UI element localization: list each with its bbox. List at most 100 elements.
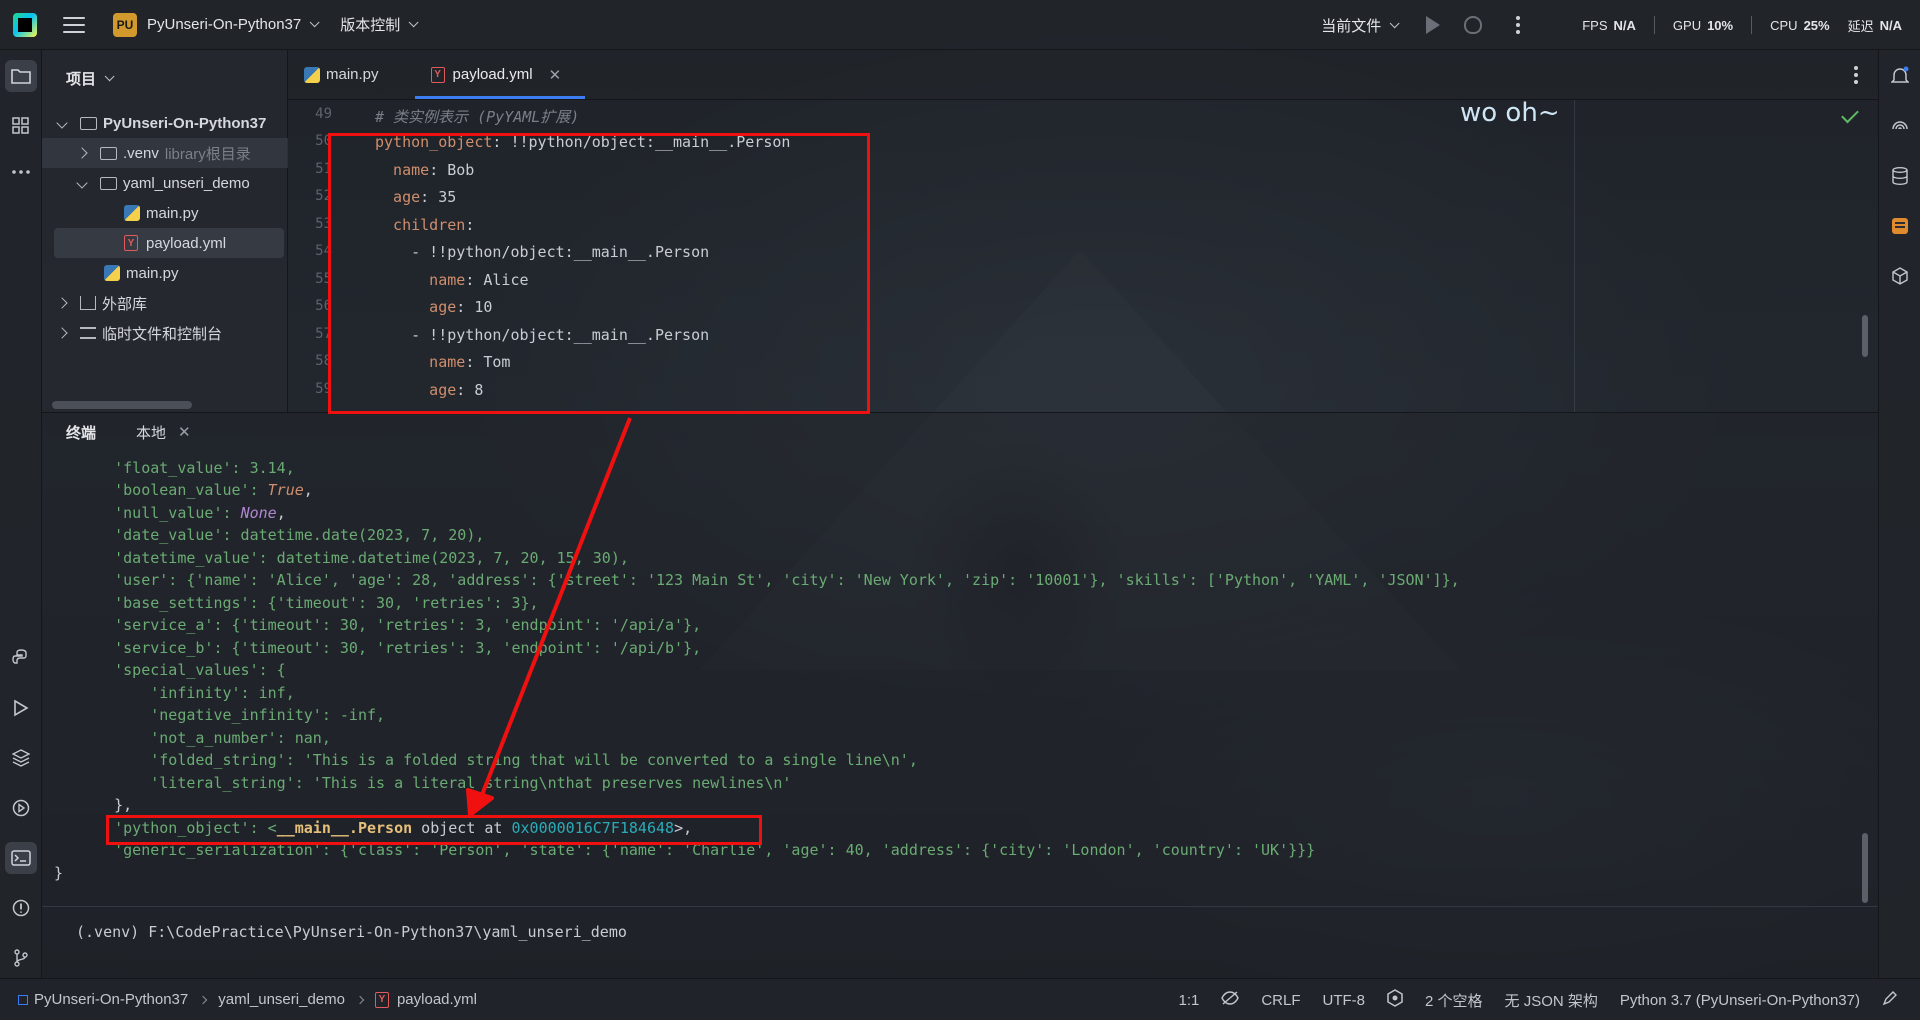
project-tool-icon[interactable] [5,60,37,92]
right-margin-guide [1574,100,1575,412]
services-icon[interactable] [5,792,37,824]
debug-icon[interactable] [1464,16,1483,34]
tree-item-label: main.py [146,204,199,222]
main-menu-icon[interactable] [63,16,85,33]
breadcrumb-file[interactable]: payload.yml [397,991,477,1008]
tree-item-label: yaml_unseri_demo [123,174,250,192]
tab-main-py[interactable]: main.py [288,50,415,99]
python-packages-icon[interactable] [5,742,37,774]
editor-scrollbar[interactable] [1862,315,1868,357]
notifications-icon[interactable] [1884,60,1916,92]
editor-more-icon[interactable] [1854,66,1858,84]
divider [1751,16,1753,34]
terminal-title: 终端 [66,424,97,442]
output-line: 'user': {'name': 'Alice', 'age': 28, 'ad… [78,571,1460,589]
horizontal-scrollbar[interactable] [52,401,192,409]
output-line: 'float_value': 3.14, [78,459,295,477]
vcs-menu[interactable]: 版本控制 [340,14,419,35]
vcs-label: 版本控制 [340,17,401,34]
python-file-icon [304,66,320,83]
indent-setting[interactable]: 2 个空格 [1425,990,1483,1011]
yaml-file-icon: Y [374,991,389,1008]
output-line: 'special_values': { [78,661,286,679]
tree-item-project-root[interactable]: PyUnseri-On-Python37 [42,108,288,138]
output-punct: , [303,481,313,499]
output-line: }, [78,796,133,814]
eye-off-icon[interactable] [1221,991,1240,1009]
tab-local[interactable]: 本地 ✕ [136,422,191,443]
database-icon[interactable] [1884,160,1916,192]
output-line: 'date_value': datetime.date(2023, 7, 20)… [78,526,485,544]
tree-item-payload-yml[interactable]: Y payload.yml [54,228,284,258]
terminal-scrollbar[interactable] [1862,833,1868,903]
more-tools-icon[interactable] [5,156,37,188]
tree-item-label: PyUnseri-On-Python37 [103,114,267,132]
json-schema[interactable]: 无 JSON 架构 [1505,990,1598,1011]
breadcrumb-folder[interactable]: yaml_unseri_demo [218,991,345,1008]
tree-item-yaml-unseri-demo[interactable]: yaml_unseri_demo [42,168,288,198]
expand-arrow-icon[interactable] [56,297,68,309]
tree-item-label: 外部库 [102,295,148,313]
tree-item-demo-main-py[interactable]: main.py [42,198,288,228]
status-bar: PyUnseri-On-Python37 yaml_unseri_demo Y … [0,978,1920,1020]
right-tool-stripe [1878,50,1920,978]
cpu-stat: CPU 25% [1770,18,1829,33]
tree-item-label: .venv [123,144,159,162]
fps-label: FPS [1582,17,1608,33]
caret-position[interactable]: 1:1 [1178,992,1199,1009]
project-switcher[interactable]: PU PyUnseri-On-Python37 [113,12,320,37]
python-interpreter[interactable]: Python 3.7 (PyUnseri-On-Python37) [1620,992,1860,1009]
output-line: 'not_a_number': nan, [78,729,331,747]
library-icon [80,296,96,310]
chevron-right-icon [198,995,208,1004]
output-line: 'literal_string': 'This is a literal str… [78,774,792,792]
tree-item-scratches[interactable]: 临时文件和控制台 [42,318,288,348]
python-console-icon[interactable] [5,642,37,674]
output-line: 'base_settings': {'timeout': 30, 'retrie… [78,594,539,612]
run-icon[interactable] [1426,16,1441,34]
structure-tool-icon[interactable] [5,110,37,142]
run-config-selector[interactable]: 当前文件 [1321,15,1400,36]
ai-assistant-icon[interactable] [1884,110,1916,142]
breadcrumb-project[interactable]: PyUnseri-On-Python37 [34,991,188,1008]
plugin-orange-icon[interactable] [1884,210,1916,242]
latency-value: N/A [1879,17,1902,33]
divider [42,906,1878,907]
terminal-prompt[interactable]: (.venv) F:\CodePractice\PyUnseri-On-Pyth… [76,923,627,941]
output-line: 'service_a': {'timeout': 30, 'retries': … [78,616,702,634]
file-encoding[interactable]: UTF-8 [1323,992,1366,1009]
tab-payload-yml[interactable]: Y payload.yml ✕ [414,50,586,99]
cpu-label: CPU [1770,17,1798,33]
tree-item-external-libraries[interactable]: 外部库 [42,288,288,318]
output-line: 'datetime_value': datetime.datetime(2023… [78,549,629,567]
line-ending[interactable]: CRLF [1261,992,1300,1009]
more-actions-icon[interactable] [1516,16,1521,34]
chevron-down-icon [104,70,115,81]
close-icon[interactable]: ✕ [178,423,191,441]
module-icon [18,994,28,1005]
tree-item-root-main-py[interactable]: main.py [42,258,288,288]
terminal-tabs: 终端 本地 ✕ [42,413,191,451]
terminal-tool-icon[interactable] [5,842,37,874]
output-line: 'null_value': None, [78,504,286,522]
git-icon[interactable] [5,942,37,974]
inspection-ok-icon[interactable] [1841,105,1859,124]
project-panel-header[interactable]: 项目 [42,50,287,106]
readonly-hex-icon[interactable] [1387,989,1403,1011]
problems-icon[interactable] [5,892,37,924]
project-name: PyUnseri-On-Python37 [147,16,302,33]
expand-arrow-icon[interactable] [76,177,88,189]
pycharm-logo-icon [13,12,37,37]
tree-item-venv[interactable]: .venv library根目录 [42,138,288,168]
run-tool-icon[interactable] [5,692,37,724]
expand-arrow-icon[interactable] [56,117,68,129]
tab-label: main.py [326,66,379,83]
edit-lock-icon[interactable] [1882,990,1898,1010]
scratches-icon [80,327,96,339]
package-cube-icon[interactable] [1884,260,1916,292]
chevron-down-icon [309,17,320,28]
terminal-panel: 终端 本地 ✕ 'float_value': 3.14, 'boolean_va… [42,412,1878,978]
expand-arrow-icon[interactable] [56,327,68,339]
close-icon[interactable]: ✕ [549,66,562,84]
expand-arrow-icon[interactable] [76,147,88,159]
